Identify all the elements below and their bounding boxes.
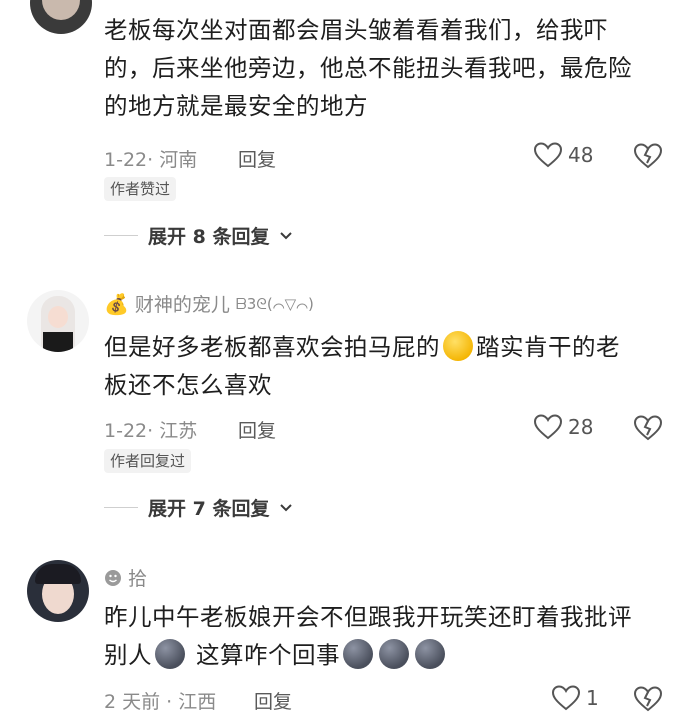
- reply-button[interactable]: 回复: [238, 145, 276, 172]
- heart-outline-icon: [534, 414, 562, 440]
- like-button[interactable]: 28: [534, 414, 593, 440]
- comment-meta: 2 天前 · 江西: [104, 691, 217, 713]
- dark-moon-face-emoji: [342, 639, 373, 669]
- comment-meta: 1-22· 河南: [104, 149, 198, 171]
- reply-button[interactable]: 回复: [238, 416, 276, 443]
- expand-replies-button[interactable]: 展开 7 条回复: [104, 494, 293, 521]
- dislike-button[interactable]: [633, 686, 663, 716]
- username[interactable]: 拾: [104, 564, 147, 591]
- avatar[interactable]: [30, 0, 92, 34]
- expand-label: 展开 7 条回复: [148, 498, 270, 520]
- like-count: 48: [568, 143, 594, 167]
- username[interactable]: 💰 财神的宠儿 ᗷ3ᘓ(⌒▽⌒): [104, 290, 314, 317]
- comment-text: 但是好多老板都喜欢会拍马屁的 踏实肯干的老 板还不怎么喜欢: [104, 331, 620, 399]
- expand-replies-button[interactable]: 展开 8 条回复: [104, 222, 293, 249]
- divider: [104, 507, 138, 508]
- chevron-down-icon: [280, 503, 293, 511]
- author-badge: 作者回复过: [104, 449, 192, 473]
- laughing-crying-emoji: [443, 331, 473, 361]
- dislike-button[interactable]: [633, 143, 663, 173]
- expand-label: 展开 8 条回复: [148, 226, 270, 248]
- like-button[interactable]: 48: [534, 142, 593, 168]
- broken-heart-icon: [633, 686, 663, 712]
- dislike-button[interactable]: [633, 415, 663, 445]
- comment-text: 老板每次坐对面都会眉头皱着看着我们，给我吓 的，后来坐他旁边，他总不能扭头看我吧…: [104, 16, 632, 120]
- like-button[interactable]: 1: [552, 685, 599, 711]
- heart-outline-icon: [534, 142, 562, 168]
- dark-moon-face-emoji: [155, 639, 185, 669]
- divider: [104, 235, 138, 236]
- reply-button[interactable]: 回复: [254, 687, 292, 714]
- dark-moon-face-emoji: [378, 639, 409, 669]
- like-count: 28: [568, 415, 594, 439]
- comment-text: 昨儿中午老板娘开会不但跟我开玩笑还盯着我批评 别人 这算咋个回事: [104, 603, 632, 669]
- broken-heart-icon: [633, 415, 663, 441]
- comment-meta: 1-22· 江苏: [104, 420, 198, 442]
- chevron-down-icon: [280, 231, 293, 239]
- like-count: 1: [586, 686, 599, 710]
- dark-moon-face-emoji: [414, 639, 445, 669]
- avatar[interactable]: [27, 560, 89, 622]
- broken-heart-icon: [633, 143, 663, 169]
- author-badge: 作者赞过: [104, 177, 177, 201]
- avatar[interactable]: [27, 290, 89, 352]
- money-bag-icon: 💰: [104, 291, 129, 316]
- heart-outline-icon: [552, 685, 580, 711]
- smiley-face-icon: [105, 569, 121, 586]
